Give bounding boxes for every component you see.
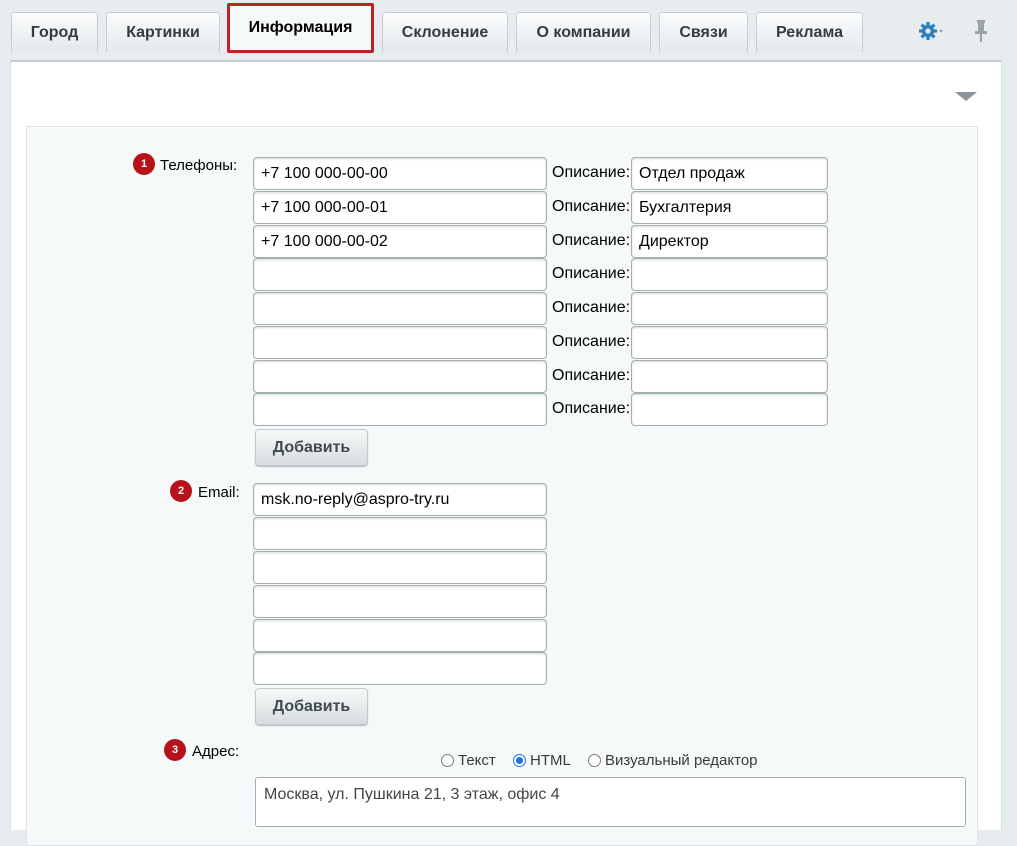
tab-links[interactable]: Связи <box>659 12 748 52</box>
phone-desc-input-6[interactable] <box>631 326 828 359</box>
chevron-down-icon <box>939 30 943 33</box>
email-badge: 2 <box>170 480 192 502</box>
radio-text-control[interactable] <box>441 754 454 767</box>
phone-desc-input-4[interactable] <box>631 258 828 291</box>
email-input-3[interactable] <box>253 551 547 584</box>
email-input-2[interactable] <box>253 517 547 550</box>
add-email-button[interactable]: Добавить <box>255 688 368 725</box>
gear-icon <box>919 22 943 40</box>
phone-desc-input-2[interactable] <box>631 191 828 224</box>
address-badge: 3 <box>164 739 186 761</box>
email-input-6[interactable] <box>253 652 547 685</box>
tab-city[interactable]: Город <box>11 12 98 52</box>
phones-label: Телефоны: <box>160 157 238 174</box>
tab-bar: Город Картинки Информация Склонение О ко… <box>0 0 1017 62</box>
desc-label-2: Описание: <box>552 198 631 215</box>
phone-input-5[interactable] <box>253 292 547 325</box>
radio-visual-editor-label: Визуальный редактор <box>605 752 758 769</box>
address-label: Адрес: <box>192 743 240 760</box>
phone-desc-input-7[interactable] <box>631 360 828 393</box>
radio-visual-editor-control[interactable] <box>588 754 601 767</box>
phones-badge: 1 <box>133 153 155 175</box>
radio-html-control[interactable] <box>513 754 526 767</box>
radio-visual-editor-mode[interactable]: Визуальный редактор <box>588 752 758 769</box>
desc-label-5: Описание: <box>552 299 631 316</box>
pin-button[interactable] <box>972 18 990 44</box>
address-textarea[interactable]: Москва, ул. Пушкина 21, 3 этаж, офис 4 <box>255 777 966 827</box>
radio-html-mode[interactable]: HTML <box>513 752 571 769</box>
radio-text-mode[interactable]: Текст <box>441 752 496 769</box>
tab-information[interactable]: Информация <box>227 3 374 53</box>
desc-label-1: Описание: <box>552 164 631 181</box>
phone-input-4[interactable] <box>253 258 547 291</box>
radio-html-label: HTML <box>530 752 571 769</box>
phone-desc-input-5[interactable] <box>631 292 828 325</box>
add-phone-button[interactable]: Добавить <box>255 429 368 466</box>
desc-label-3: Описание: <box>552 232 631 249</box>
phone-desc-input-1[interactable] <box>631 157 828 190</box>
email-input-5[interactable] <box>253 619 547 652</box>
email-input-4[interactable] <box>253 585 547 618</box>
desc-label-7: Описание: <box>552 367 631 384</box>
email-label: Email: <box>198 484 240 501</box>
tab-pictures[interactable]: Картинки <box>106 12 220 52</box>
phone-desc-input-8[interactable] <box>631 393 828 426</box>
desc-label-4: Описание: <box>552 265 631 282</box>
phone-desc-input-3[interactable] <box>631 225 828 258</box>
tab-declension[interactable]: Склонение <box>382 12 508 52</box>
phone-input-3[interactable] <box>253 225 547 258</box>
phone-input-8[interactable] <box>253 393 547 426</box>
settings-menu-button[interactable] <box>918 20 944 42</box>
phone-input-1[interactable] <box>253 157 547 190</box>
radio-text-label: Текст <box>458 752 496 769</box>
email-input-1[interactable] <box>253 483 547 516</box>
collapse-arrow-icon[interactable] <box>955 92 977 101</box>
phone-input-2[interactable] <box>253 191 547 224</box>
desc-label-6: Описание: <box>552 333 631 350</box>
tab-advertising[interactable]: Реклама <box>756 12 863 52</box>
pin-icon <box>975 20 987 42</box>
desc-label-8: Описание: <box>552 400 631 417</box>
phone-input-7[interactable] <box>253 360 547 393</box>
phone-input-6[interactable] <box>253 326 547 359</box>
tab-about-company[interactable]: О компании <box>516 12 651 52</box>
